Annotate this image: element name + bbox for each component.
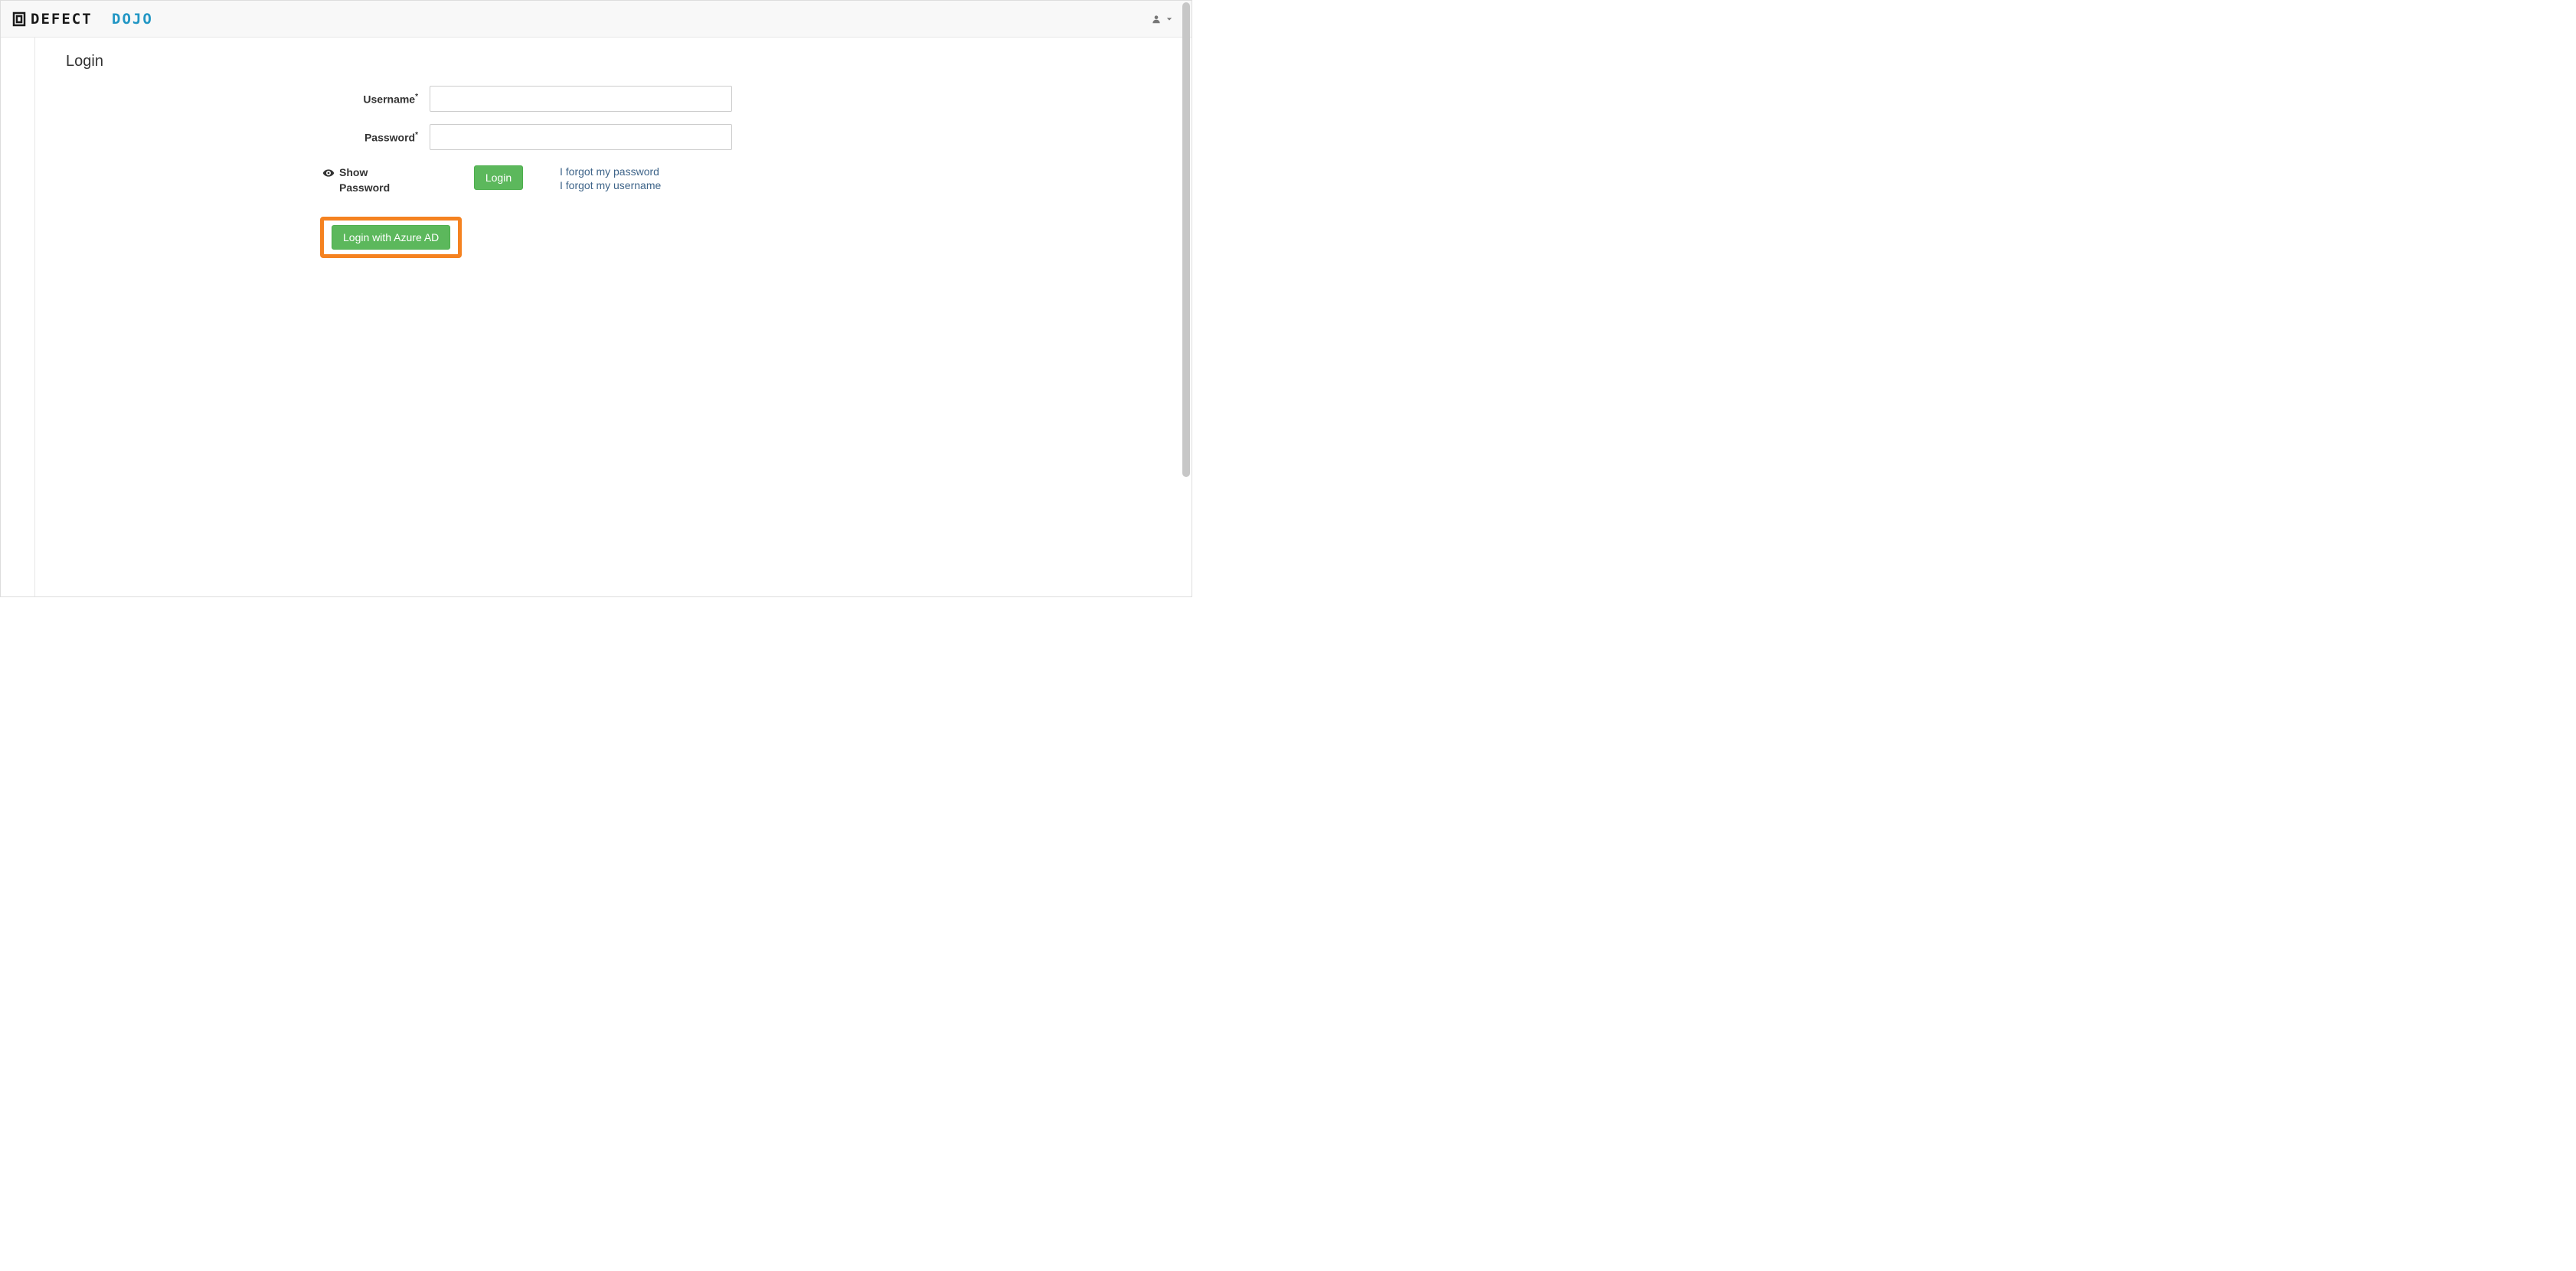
login-azure-ad-button[interactable]: Login with Azure AD <box>332 225 450 250</box>
sidebar <box>1 38 35 596</box>
page-title: Login <box>66 53 1161 70</box>
password-label: Password* <box>276 131 430 144</box>
top-navbar: DEFECT DOJO <box>1 1 1192 38</box>
password-row: Password* <box>276 124 950 150</box>
user-menu-dropdown[interactable] <box>1143 6 1180 32</box>
defectdojo-logo-icon: DEFECT DOJO <box>12 11 165 28</box>
user-icon <box>1151 14 1162 25</box>
required-asterisk: * <box>415 93 418 101</box>
show-password-label: Show Password <box>339 165 408 195</box>
login-form: Username* Password* Show Password <box>276 86 950 258</box>
show-password-toggle[interactable]: Show Password <box>276 165 430 195</box>
help-links: I forgot my password I forgot my usernam… <box>560 165 661 191</box>
svg-text:DOJO: DOJO <box>112 11 153 28</box>
actions-row: Show Password Login I forgot my password… <box>276 165 950 195</box>
forgot-username-link[interactable]: I forgot my username <box>560 179 661 191</box>
login-button[interactable]: Login <box>474 165 523 190</box>
highlight-annotation: Login with Azure AD <box>320 217 462 258</box>
brand-logo-link[interactable]: DEFECT DOJO <box>12 1 165 37</box>
content-area: Login Username* Password* <box>35 38 1192 596</box>
svg-text:DEFECT: DEFECT <box>31 11 93 28</box>
brand-logo: DEFECT DOJO <box>12 11 165 28</box>
scrollbar[interactable] <box>1182 2 1190 477</box>
caret-down-icon <box>1166 16 1172 22</box>
forgot-password-link[interactable]: I forgot my password <box>560 165 661 178</box>
username-label: Username* <box>276 93 430 106</box>
password-input[interactable] <box>430 124 732 150</box>
username-row: Username* <box>276 86 950 112</box>
required-asterisk: * <box>415 131 418 139</box>
eye-icon <box>322 167 335 179</box>
page-wrapper: Login Username* Password* <box>1 38 1192 596</box>
login-button-col: Login <box>430 165 567 190</box>
sso-row: Login with Azure AD <box>276 217 950 258</box>
username-input[interactable] <box>430 86 732 112</box>
